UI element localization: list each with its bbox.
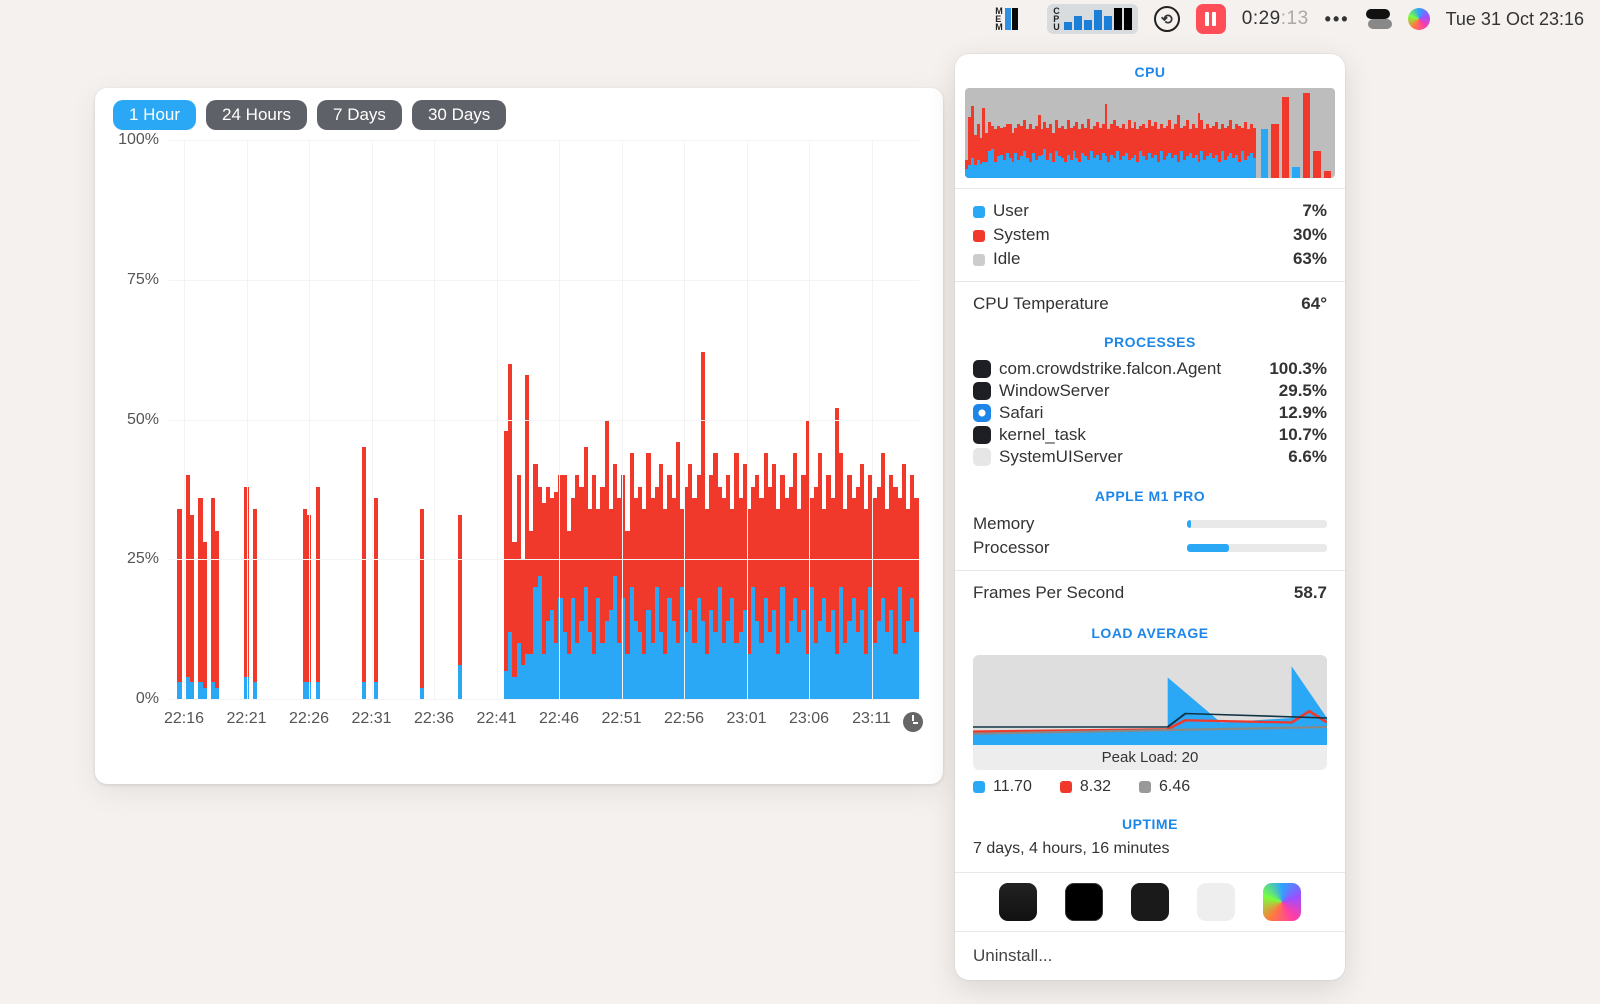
- siri-icon[interactable]: [1408, 8, 1430, 30]
- fps-section: Frames Per Second58.7: [955, 570, 1345, 615]
- control-center-icon[interactable]: [1366, 9, 1392, 29]
- load-legend-item: 8.32: [1060, 778, 1111, 796]
- app-terminal-icon[interactable]: [1131, 883, 1169, 921]
- memory-bar: [1187, 520, 1327, 528]
- app-speed-icon[interactable]: [1263, 883, 1301, 921]
- app-activity-icon[interactable]: [999, 883, 1037, 921]
- clock-display[interactable]: Tue 31 Oct 23:16: [1446, 7, 1584, 31]
- menubar-cpu-icon[interactable]: CPU: [1047, 4, 1138, 34]
- range-tab-7-days[interactable]: 7 Days: [317, 100, 402, 130]
- cpu-mini-chart: [965, 88, 1335, 178]
- uptime-title: UPTIME: [955, 806, 1345, 840]
- cpu-usage-section: User7% System30% Idle63%: [955, 188, 1345, 281]
- load-section: Peak Load: 20 11.70 8.32 6.46: [955, 655, 1345, 806]
- x-axis: 22:1622:2122:2622:3122:3622:4122:4622:51…: [169, 710, 919, 734]
- app-console-icon[interactable]: [1065, 883, 1103, 921]
- clock-icon[interactable]: [903, 712, 923, 732]
- app-launcher-row: [955, 872, 1345, 931]
- range-tab-1-hour[interactable]: 1 Hour: [113, 100, 196, 130]
- load-chart: [973, 655, 1327, 745]
- process-row[interactable]: SystemUIServer6.6%: [973, 446, 1327, 468]
- range-tabs: 1 Hour 24 Hours 7 Days 30 Days: [113, 100, 919, 130]
- cpu-panel: CPU User7% System30% Idle63% CPU Tempera…: [955, 54, 1345, 980]
- load-legend-item: 11.70: [973, 778, 1032, 796]
- processes-title: PROCESSES: [955, 326, 1345, 358]
- uninstall-button[interactable]: Uninstall...: [955, 931, 1345, 980]
- peak-load-label: Peak Load: 20: [973, 745, 1327, 770]
- menubar: MEM CPU ⟲ 0:29:13 ••• Tue 31 Oct 23:16: [0, 0, 1600, 38]
- menubar-mem-icon[interactable]: MEM: [995, 5, 1031, 33]
- cpu-history-window: 1 Hour 24 Hours 7 Days 30 Days 0%25%50%75%1…: [95, 88, 943, 784]
- processes-section: com.crowdstrike.falcon.Agent100.3%Window…: [955, 358, 1345, 478]
- range-tab-24-hours[interactable]: 24 Hours: [206, 100, 307, 130]
- range-tab-30-days[interactable]: 30 Days: [412, 100, 506, 130]
- app-cleaner-icon[interactable]: [1197, 883, 1235, 921]
- cpu-temp-section: CPU Temperature64°: [955, 281, 1345, 326]
- process-row[interactable]: kernel_task10.7%: [973, 424, 1327, 446]
- soc-title: APPLE M1 PRO: [955, 478, 1345, 512]
- uptime-section: 7 days, 4 hours, 16 minutes: [955, 840, 1345, 872]
- process-row[interactable]: com.crowdstrike.falcon.Agent100.3%: [973, 358, 1327, 380]
- load-title: LOAD AVERAGE: [955, 615, 1345, 649]
- load-legend-item: 6.46: [1139, 778, 1190, 796]
- cpu-history-chart: 0%25%50%75%100%: [169, 140, 919, 700]
- processor-bar: [1187, 544, 1327, 552]
- soc-section: Memory Processor: [955, 512, 1345, 570]
- timer-display: 0:29:13: [1242, 7, 1309, 31]
- process-row[interactable]: WindowServer29.5%: [973, 380, 1327, 402]
- cpu-section-title: CPU: [955, 54, 1345, 88]
- pause-button[interactable]: [1196, 4, 1226, 34]
- process-row[interactable]: Safari12.9%: [973, 402, 1327, 424]
- overflow-icon[interactable]: •••: [1325, 7, 1350, 31]
- rewind-icon[interactable]: ⟲: [1154, 6, 1180, 32]
